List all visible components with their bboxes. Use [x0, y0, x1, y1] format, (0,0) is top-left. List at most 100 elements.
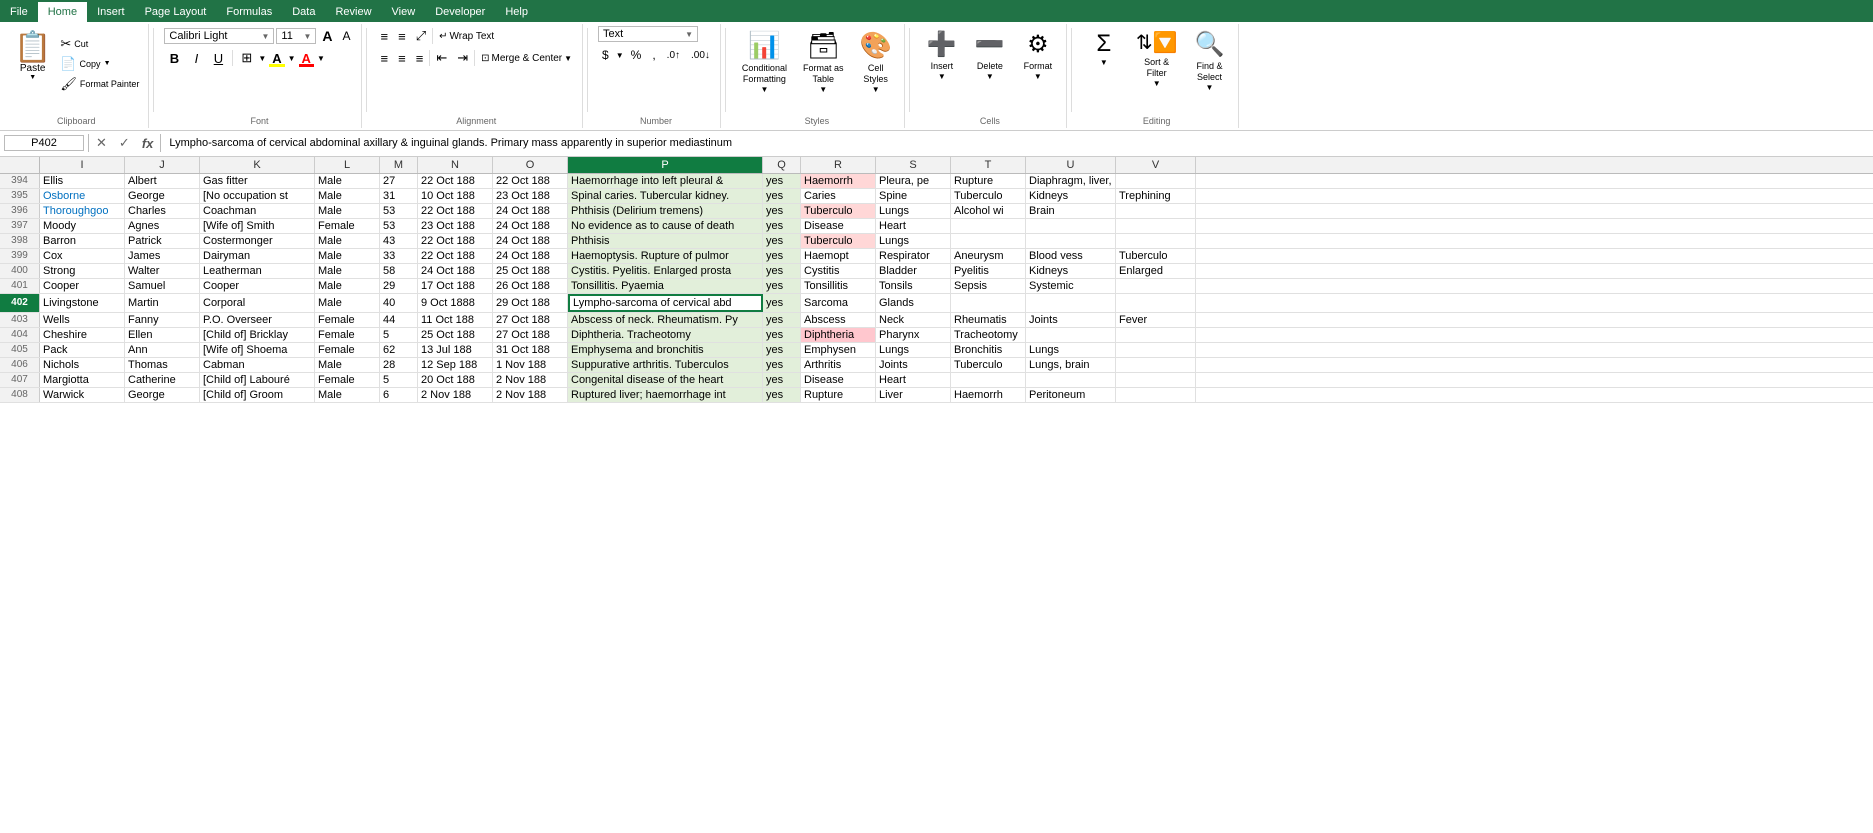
bold-button[interactable]: B — [164, 49, 184, 68]
cell[interactable]: 58 — [380, 264, 418, 278]
tab-developer[interactable]: Developer — [425, 2, 495, 22]
cell[interactable] — [1026, 219, 1116, 233]
cell[interactable]: George — [125, 189, 200, 203]
col-header-O[interactable]: O — [493, 157, 568, 173]
align-left-button[interactable]: ≡ — [377, 49, 393, 68]
fill-color-button[interactable]: A — [268, 49, 285, 68]
cell[interactable]: 29 Oct 188 — [493, 294, 568, 312]
tab-data[interactable]: Data — [282, 2, 325, 22]
row-number[interactable]: 405 — [0, 343, 40, 357]
cell-styles-button[interactable]: 🎨 CellStyles ▼ — [853, 26, 897, 98]
cell[interactable]: Osborne — [40, 189, 125, 203]
cell[interactable]: Albert — [125, 174, 200, 188]
cell[interactable] — [1116, 343, 1196, 357]
cell[interactable] — [951, 373, 1026, 387]
cell[interactable]: Cystitis — [801, 264, 876, 278]
cell[interactable]: 10 Oct 188 — [418, 189, 493, 203]
cell[interactable]: Male — [315, 174, 380, 188]
cell[interactable]: Lympho-sarcoma of cervical abd — [568, 294, 763, 312]
col-header-I[interactable]: I — [40, 157, 125, 173]
cell[interactable]: Spinal caries. Tubercular kidney. — [568, 189, 763, 203]
cell[interactable]: [Wife of] Smith — [200, 219, 315, 233]
sort-filter-arrow[interactable]: ▼ — [1153, 79, 1161, 88]
cell[interactable]: Bronchitis — [951, 343, 1026, 357]
cell[interactable] — [1026, 328, 1116, 342]
indent-decrease-button[interactable]: ⇤ — [432, 48, 451, 68]
cell[interactable]: Emphysema and bronchitis — [568, 343, 763, 357]
cell[interactable]: Lungs — [876, 204, 951, 218]
borders-arrow[interactable]: ▼ — [258, 54, 266, 63]
find-select-arrow[interactable]: ▼ — [1206, 83, 1214, 92]
cell[interactable]: [Child of] Groom — [200, 388, 315, 402]
font-size-combo[interactable]: 11 ▼ — [276, 28, 316, 44]
cell[interactable]: 27 Oct 188 — [493, 313, 568, 327]
comma-button[interactable]: , — [648, 46, 659, 64]
format-as-table-button[interactable]: 🗃 Format asTable ▼ — [797, 26, 850, 98]
cell[interactable]: Enlarged — [1116, 264, 1196, 278]
cell[interactable]: Haemopt — [801, 249, 876, 263]
cell[interactable]: Cooper — [40, 279, 125, 293]
tab-view[interactable]: View — [382, 2, 426, 22]
row-number[interactable]: 396 — [0, 204, 40, 218]
font-decrease-button[interactable]: A — [339, 27, 355, 45]
find-select-button[interactable]: 🔍 Find &Select ▼ — [1188, 26, 1232, 96]
cell[interactable]: Abscess of neck. Rheumatism. Py — [568, 313, 763, 327]
cell[interactable]: Neck — [876, 313, 951, 327]
cell[interactable] — [1116, 388, 1196, 402]
copy-button[interactable]: 📄 Copy ▼ — [57, 55, 142, 73]
cell[interactable]: Male — [315, 294, 380, 312]
cell[interactable]: 26 Oct 188 — [493, 279, 568, 293]
cell[interactable]: Caries — [801, 189, 876, 203]
cell[interactable]: yes — [763, 219, 801, 233]
cell[interactable]: yes — [763, 343, 801, 357]
cell[interactable]: 27 Oct 188 — [493, 328, 568, 342]
col-header-P[interactable]: P — [568, 157, 763, 173]
cell[interactable]: Coachman — [200, 204, 315, 218]
cell[interactable]: 31 Oct 188 — [493, 343, 568, 357]
cell[interactable]: Female — [315, 343, 380, 357]
cell[interactable]: Haemorrhage into left pleural & — [568, 174, 763, 188]
cell[interactable]: Barron — [40, 234, 125, 248]
cell[interactable]: Gas fitter — [200, 174, 315, 188]
sort-filter-button[interactable]: ⇅🔽 Sort &Filter ▼ — [1130, 26, 1184, 92]
format-button[interactable]: ⚙ Format ▼ — [1016, 26, 1060, 85]
cell[interactable]: Emphysen — [801, 343, 876, 357]
cell[interactable]: Ruptured liver; haemorrhage int — [568, 388, 763, 402]
cell[interactable]: 22 Oct 188 — [418, 204, 493, 218]
align-top-center-button[interactable]: ≡ — [394, 27, 410, 46]
tab-page-layout[interactable]: Page Layout — [135, 2, 217, 22]
cell[interactable]: Aneurysm — [951, 249, 1026, 263]
decrease-decimal-button[interactable]: .00↓ — [687, 48, 714, 63]
cell[interactable]: Kidneys — [1026, 264, 1116, 278]
cell[interactable]: Rupture — [801, 388, 876, 402]
tab-insert[interactable]: Insert — [87, 2, 135, 22]
cell[interactable] — [1116, 294, 1196, 312]
row-number[interactable]: 407 — [0, 373, 40, 387]
cell[interactable]: 17 Oct 188 — [418, 279, 493, 293]
italic-button[interactable]: I — [186, 49, 206, 68]
cell[interactable]: Male — [315, 264, 380, 278]
cell-styles-arrow[interactable]: ▼ — [872, 85, 880, 94]
cell[interactable]: Thoroughgoo — [40, 204, 125, 218]
cell[interactable]: Diaphragm, liver, sple — [1026, 174, 1116, 188]
name-box[interactable] — [4, 135, 84, 151]
cell[interactable]: yes — [763, 313, 801, 327]
merge-center-arrow[interactable]: ▼ — [564, 54, 572, 63]
confirm-formula-icon[interactable]: ✓ — [116, 134, 133, 152]
cell[interactable]: Pleura, pe — [876, 174, 951, 188]
cell[interactable]: Male — [315, 234, 380, 248]
cell[interactable] — [1026, 373, 1116, 387]
cell[interactable]: Female — [315, 373, 380, 387]
cell[interactable]: Spine — [876, 189, 951, 203]
cell[interactable]: Pyelitis — [951, 264, 1026, 278]
cell[interactable]: Male — [315, 249, 380, 263]
tab-home[interactable]: Home — [38, 2, 87, 22]
cell[interactable]: 24 Oct 188 — [493, 219, 568, 233]
cell[interactable]: 53 — [380, 204, 418, 218]
cell[interactable]: Male — [315, 189, 380, 203]
cell[interactable]: Male — [315, 279, 380, 293]
cell[interactable]: Liver — [876, 388, 951, 402]
format-painter-button[interactable]: 🖌 Format Painter — [57, 75, 142, 93]
cell[interactable]: yes — [763, 264, 801, 278]
cell[interactable] — [1116, 279, 1196, 293]
